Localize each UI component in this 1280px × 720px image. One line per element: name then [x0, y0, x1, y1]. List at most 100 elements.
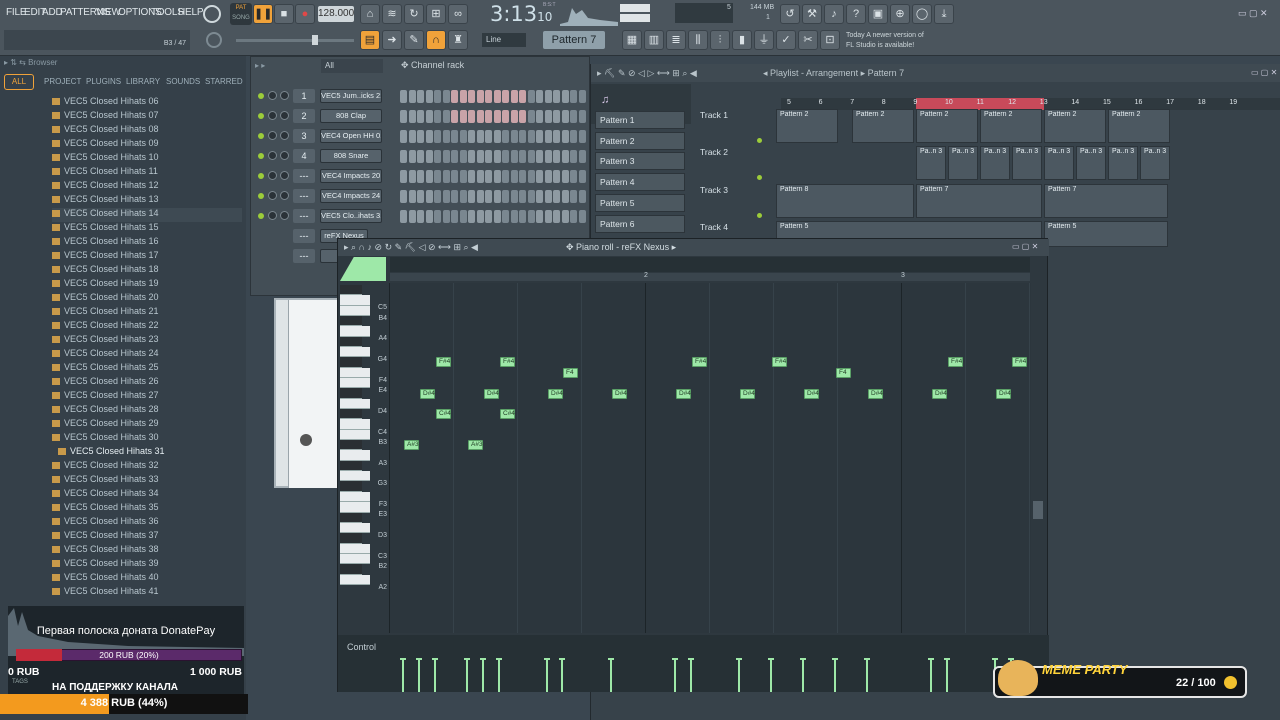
step-button[interactable] — [493, 150, 501, 163]
plugin-knob[interactable] — [300, 434, 312, 446]
step-button[interactable] — [468, 150, 475, 163]
channel-pan-knob[interactable] — [268, 111, 277, 120]
velocity-handle[interactable] — [800, 658, 806, 660]
browser-item[interactable]: VEC5 Closed Hihats 16 — [52, 236, 159, 250]
step-button[interactable] — [553, 90, 560, 103]
track-mute-led[interactable] — [757, 138, 762, 143]
track-header[interactable]: Track 2 — [700, 147, 728, 157]
piano-key[interactable] — [340, 471, 370, 482]
browser-tab-starred[interactable]: STARRED — [205, 77, 243, 86]
playlist-window-controls[interactable]: ▭ ▢ ✕ — [1251, 68, 1277, 77]
browser-item[interactable]: VEC5 Closed Hihats 09 — [52, 138, 159, 152]
piano-key[interactable] — [340, 543, 370, 554]
channel-name-button[interactable]: VEC4 Impacts 24 — [320, 189, 382, 203]
piano-key[interactable] — [340, 429, 370, 441]
piano-note[interactable]: F#4 — [500, 357, 515, 368]
news-panel[interactable]: Today A newer version of FL Studio is ava… — [846, 31, 924, 51]
browser-tab-project[interactable]: PROJECT — [44, 77, 81, 86]
playlist-clip[interactable]: Pattern 2 — [852, 109, 914, 143]
step-button[interactable] — [417, 130, 424, 143]
step-button[interactable] — [536, 150, 543, 163]
pattern-list-item[interactable]: Pattern 6 — [595, 214, 685, 233]
step-button[interactable] — [408, 170, 416, 183]
pencil-icon[interactable]: ✎ — [404, 30, 424, 50]
step-button[interactable] — [485, 170, 492, 183]
step-button[interactable] — [536, 170, 543, 183]
channel-vol-knob[interactable] — [280, 151, 289, 160]
piano-note[interactable]: F#4 — [948, 357, 963, 368]
step-button[interactable] — [485, 130, 492, 143]
step-button[interactable] — [570, 190, 577, 203]
step-button[interactable] — [561, 150, 569, 163]
playlist-clip[interactable]: Pa..n 3 — [1012, 146, 1042, 181]
step-button[interactable] — [476, 210, 484, 223]
step-button[interactable] — [553, 130, 560, 143]
step-button[interactable] — [544, 150, 552, 163]
mixer-faders-icon[interactable]: ⫼ — [688, 30, 708, 50]
velocity-handle[interactable] — [496, 658, 502, 660]
playlist-clip[interactable]: Pa..n 3 — [1076, 146, 1106, 181]
browser-item[interactable]: VEC5 Closed Hihats 07 — [52, 110, 159, 124]
step-button[interactable] — [519, 210, 526, 223]
step-button[interactable] — [442, 150, 450, 163]
master-volume-knob[interactable] — [203, 5, 221, 23]
browser-item[interactable]: VEC5 Closed Hihats 06 — [52, 96, 159, 110]
step-button[interactable] — [561, 170, 569, 183]
step-button[interactable] — [451, 190, 458, 203]
step-button[interactable] — [578, 130, 586, 143]
step-button[interactable] — [425, 190, 433, 203]
step-button[interactable] — [476, 90, 484, 103]
step-button[interactable] — [442, 170, 450, 183]
step-button[interactable] — [468, 110, 475, 123]
velocity-handle[interactable] — [544, 658, 550, 660]
pattern-list-item[interactable]: Pattern 3 — [595, 152, 685, 171]
step-button[interactable] — [485, 110, 492, 123]
step-button[interactable] — [527, 170, 535, 183]
channel-mute-led[interactable] — [258, 173, 264, 179]
channel-pan-knob[interactable] — [268, 151, 277, 160]
piano-key[interactable] — [340, 450, 370, 461]
step-button[interactable] — [476, 190, 484, 203]
step-button[interactable] — [510, 90, 518, 103]
step-button[interactable] — [468, 190, 475, 203]
step-button[interactable] — [408, 210, 416, 223]
step-button[interactable] — [476, 170, 484, 183]
browser-item[interactable]: VEC5 Closed Hihats 35 — [52, 502, 159, 516]
metronome-icon[interactable]: ⌂ — [360, 4, 380, 24]
velocity-bar[interactable] — [418, 660, 420, 692]
browser-icon[interactable]: ▮ — [732, 30, 752, 50]
channel-vol-knob[interactable] — [280, 111, 289, 120]
step-button[interactable] — [485, 190, 492, 203]
piano-note[interactable]: F4 — [836, 367, 851, 378]
velocity-bar[interactable] — [866, 660, 868, 692]
step-button[interactable] — [544, 210, 552, 223]
tempo-display[interactable]: 128.000 — [318, 6, 354, 22]
browser-item[interactable]: VEC5 Closed Hihats 14 — [52, 208, 242, 222]
browser-item[interactable]: VEC5 Closed Hihats 12 — [52, 180, 159, 194]
pat-song-toggle[interactable]: PAT SONG — [230, 3, 252, 25]
step-button[interactable] — [519, 110, 526, 123]
playlist-clip[interactable]: Pa..n 3 — [1140, 146, 1170, 181]
step-button[interactable] — [578, 90, 586, 103]
step-button[interactable] — [442, 90, 450, 103]
step-button[interactable] — [544, 190, 552, 203]
velocity-handle[interactable] — [736, 658, 742, 660]
step-button[interactable] — [519, 90, 526, 103]
piano-note[interactable]: D#4 — [548, 388, 563, 399]
channel-pan-knob[interactable] — [268, 91, 277, 100]
browser-item[interactable]: VEC5 Closed Hihats 36 — [52, 516, 159, 530]
step-button[interactable] — [510, 110, 518, 123]
velocity-handle[interactable] — [688, 658, 694, 660]
channel-vol-knob[interactable] — [280, 211, 289, 220]
velocity-bar[interactable] — [434, 660, 436, 692]
step-button[interactable] — [570, 150, 577, 163]
step-button[interactable] — [578, 110, 586, 123]
browser-item[interactable]: VEC5 Closed Hihats 25 — [52, 362, 159, 376]
channel-name-button[interactable]: VEC4 Impacts 20 — [320, 169, 382, 183]
step-button[interactable] — [493, 110, 501, 123]
step-button[interactable] — [570, 170, 577, 183]
browser-item[interactable]: VEC5 Closed Hihats 33 — [52, 474, 159, 488]
plug-icon[interactable]: ⏚ — [754, 30, 774, 50]
piano-roll-tools[interactable]: ▸ ⌕ ∩ ♪ ⊘ ↻ ✎ ⛏ ◁ ⊘ ⟷ ⊞ ⌕ ◀ — [344, 242, 478, 253]
track-header[interactable]: Track 3 — [700, 185, 728, 195]
